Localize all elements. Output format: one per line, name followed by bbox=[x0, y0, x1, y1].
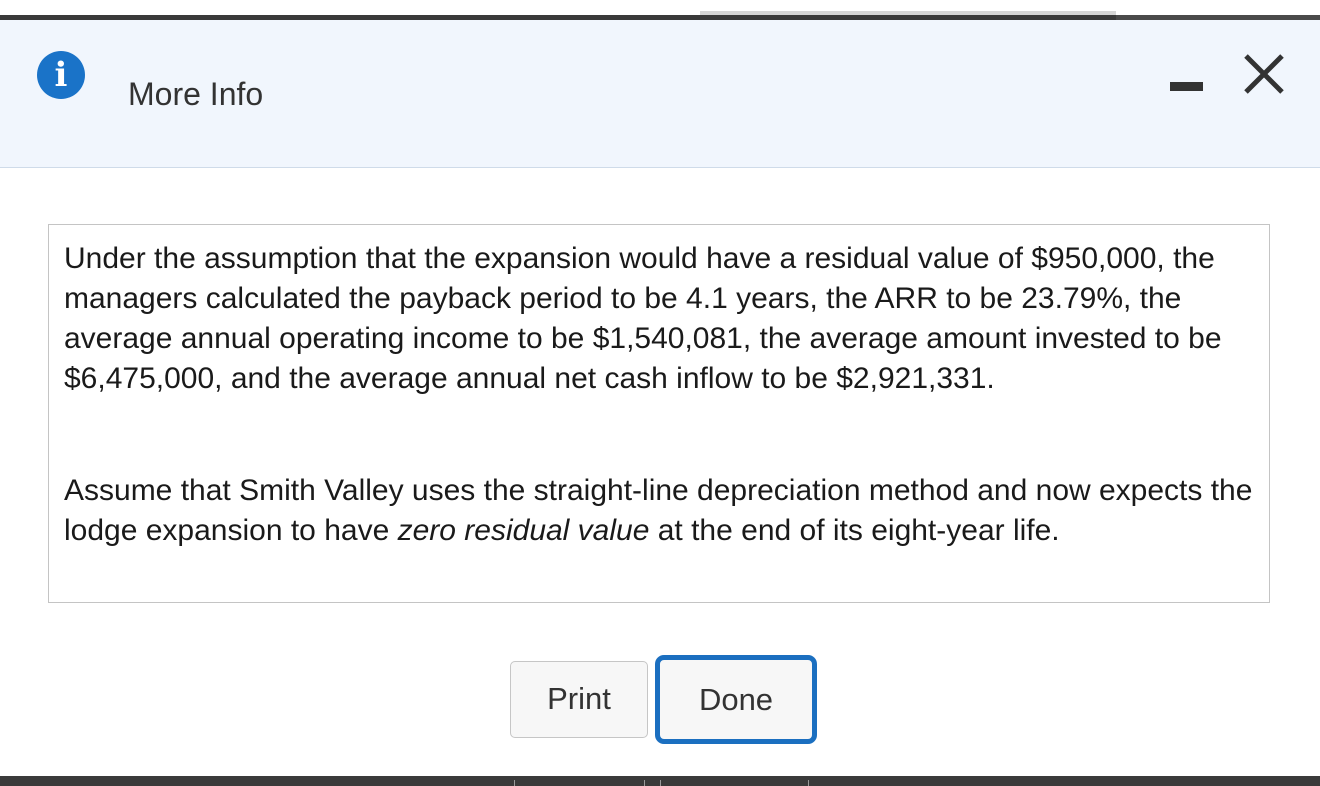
bottom-edge-tick bbox=[660, 780, 661, 786]
paragraph-2-emphasis: zero residual value bbox=[397, 514, 650, 547]
window-bottom-edge bbox=[0, 776, 1320, 786]
info-paragraph-1: Under the assumption that the expansion … bbox=[64, 242, 1222, 395]
info-icon-glyph: i bbox=[54, 55, 68, 95]
bottom-edge-tick bbox=[808, 780, 809, 786]
minimize-icon bbox=[1170, 82, 1203, 91]
close-icon bbox=[1244, 54, 1284, 94]
window-top-shade bbox=[700, 11, 1116, 15]
bottom-edge-tick bbox=[514, 780, 515, 786]
dialog-header: i More Info bbox=[0, 20, 1320, 168]
more-info-dialog: i More Info Under the assumption that th… bbox=[0, 0, 1320, 786]
close-button[interactable] bbox=[1238, 50, 1292, 100]
paragraph-2-text-end: at the end of its eight-year life. bbox=[649, 514, 1060, 547]
minimize-button[interactable] bbox=[1166, 66, 1206, 100]
bottom-edge-tick bbox=[644, 780, 645, 786]
done-button[interactable]: Done bbox=[655, 655, 817, 744]
print-button[interactable]: Print bbox=[510, 661, 648, 738]
dialog-title: More Info bbox=[128, 76, 264, 112]
info-paragraph-2: Assume that Smith Valley uses the straig… bbox=[64, 471, 1264, 551]
info-icon: i bbox=[37, 51, 85, 99]
info-content-box: Under the assumption that the expansion … bbox=[48, 224, 1270, 603]
